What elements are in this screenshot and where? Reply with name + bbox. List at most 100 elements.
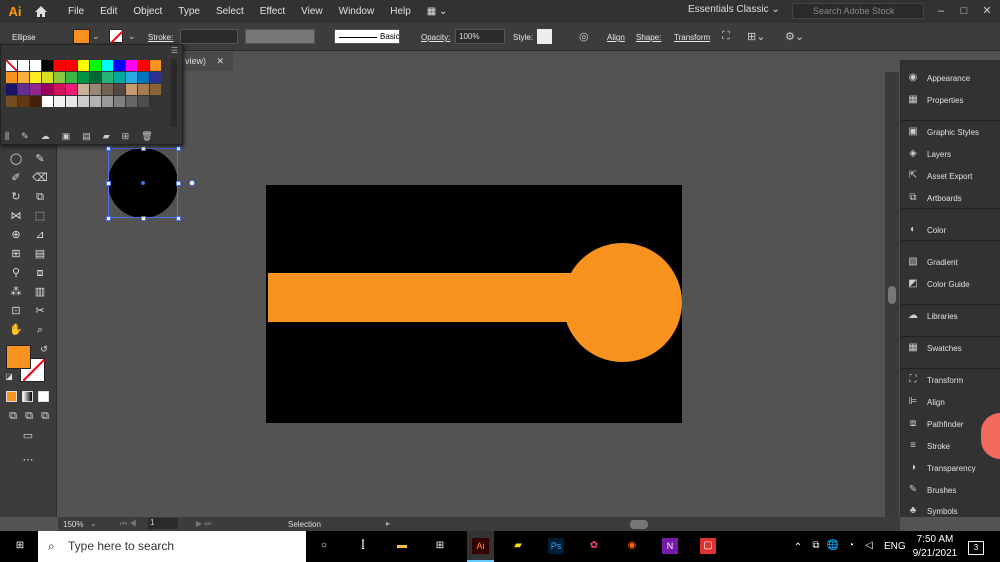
home-icon[interactable] [30,0,52,23]
menu-object[interactable]: Object [125,6,170,17]
swatch-chip[interactable] [90,96,101,107]
close-icon[interactable]: ✕ [978,2,996,20]
artboard-tool-icon[interactable]: ⊡ [7,303,25,319]
taskbar-illustrator[interactable]: Ai [467,531,494,562]
resize-handle[interactable] [141,146,146,151]
swatch-chip[interactable] [6,84,17,95]
default-fill-stroke-icon[interactable]: ◪ [0,369,18,385]
menu-effect[interactable]: Effect [252,6,293,17]
opacity-label[interactable]: Opacity: [421,33,450,42]
sticky-notes-icon[interactable]: ▰ [510,538,526,554]
menu-view[interactable]: View [293,6,331,17]
resize-handle[interactable] [106,216,111,221]
swatch-chip[interactable] [114,96,125,107]
swatch-chip[interactable] [18,84,29,95]
maximize-icon[interactable]: □ [955,2,973,20]
stroke-label[interactable]: Stroke: [148,33,173,42]
shaper-tool-icon[interactable]: ✐ [7,170,25,186]
panel-options-icon[interactable]: ⚙⌄ [785,30,804,43]
swatch-chip[interactable] [66,72,77,83]
new-swatch-icon[interactable]: ⊞ [122,131,130,143]
transform-link[interactable]: Transform [674,33,710,42]
screen-mode-icon[interactable]: ▭ [19,428,37,444]
swatch-chip[interactable] [42,72,53,83]
cloud-icon[interactable]: ☁ [41,131,50,143]
swatch-chip[interactable] [6,96,17,107]
swatch-chip[interactable] [102,84,113,95]
swatch-chip[interactable] [126,72,137,83]
recolor-artwork-icon[interactable]: ◎ [579,30,589,43]
swatch-chip[interactable] [54,96,65,107]
workspace-switcher[interactable]: Essentials Classic ⌄ [688,4,780,15]
panel-artboards[interactable]: ⧉ Artboards [906,189,1000,207]
language-indicator[interactable]: ENG [884,541,906,552]
swatch-chip[interactable] [114,72,125,83]
horizontal-scroll-thumb[interactable] [630,520,648,529]
resize-handle[interactable] [176,146,181,151]
panel-transform[interactable]: ⛶ Transform [906,371,1000,389]
swatch-kind-icon[interactable]: ✎ [21,131,29,143]
list-view-icon[interactable]: ▤ [82,131,91,143]
swap-fill-stroke-icon[interactable]: ↺ [35,341,53,357]
file-explorer-icon[interactable]: ▬ [394,538,410,554]
chevron-up-icon[interactable]: ⌃ [790,540,806,556]
resize-handle[interactable] [176,181,181,186]
swatch-chip[interactable] [30,96,41,107]
swatch-chip[interactable] [150,84,161,95]
isolate-object-icon[interactable]: ⛶ [722,30,730,43]
orange-rectangle[interactable] [268,273,600,322]
swatch-chip[interactable] [138,72,149,83]
menu-edit[interactable]: Edit [92,6,125,17]
swatch-chip[interactable] [66,96,77,107]
swatch-chip[interactable] [138,60,149,71]
panel-gradient[interactable]: ▧ Gradient [906,253,1000,271]
vertical-scrollbar[interactable] [885,72,899,517]
menu-window[interactable]: Window [331,6,383,17]
eraser-tool-icon[interactable]: ⌫ [31,170,49,186]
swatch-chip[interactable] [66,84,77,95]
shape-builder-tool-icon[interactable]: ⊕ [7,227,25,243]
panel-transparency[interactable]: ◑ Transparency [906,459,1000,477]
hand-tool-icon[interactable]: ✋ [7,322,25,338]
swatch-chip[interactable] [78,72,89,83]
swatch-chip[interactable] [90,60,101,71]
artboard-nav-icon[interactable]: ⏮ ◀ [120,519,137,529]
stock-search-input[interactable]: Search Adobe Stock [792,3,924,19]
swatch-chip[interactable] [114,60,125,71]
swatch-chip[interactable] [102,72,113,83]
swatch-chip[interactable] [150,60,161,71]
swatch-chip[interactable] [54,72,65,83]
column-graph-tool-icon[interactable]: ▥ [31,284,49,300]
panel-asset-export[interactable]: ⇱ Asset Export [906,167,1000,185]
fill-swatch[interactable] [73,29,90,44]
swatch-chip[interactable] [126,60,137,71]
task-view-icon[interactable]: ○ [316,538,332,554]
trash-icon[interactable]: 🗑 [141,131,152,143]
swatch-chip[interactable] [6,60,17,71]
windows-start-icon[interactable]: ⊞ [12,538,28,554]
swatch-chip[interactable] [30,84,41,95]
clock-time[interactable]: 7:50 AM [913,534,957,545]
brush-definition[interactable]: Basic [334,29,400,44]
swatch-chip[interactable] [138,96,149,107]
arrange-documents-icon[interactable]: ▦ ⌄ [419,6,456,17]
taskbar-search[interactable]: Type here to search [38,531,306,562]
eyedropper-tool-icon[interactable]: ⚲ [7,265,25,281]
variable-width-profile[interactable] [245,29,315,44]
swatch-options-icon[interactable]: ▣ [62,131,71,143]
wifi-icon[interactable]: ◔ [843,538,859,554]
align-link[interactable]: Align [607,33,625,42]
swatch-chip[interactable] [18,60,29,71]
draw-inside-icon[interactable]: ⧉ [36,408,54,424]
swatch-chip[interactable] [54,60,65,71]
swatch-chip[interactable] [90,72,101,83]
shape-link[interactable]: Shape: [636,33,661,42]
new-color-group-icon[interactable]: ▰ [103,131,110,143]
resize-handle[interactable] [176,216,181,221]
opacity-field[interactable]: 100% [455,29,505,44]
zoom-tool-icon[interactable]: ⌕ [31,322,49,338]
snap-icon[interactable]: ⫿ [355,538,371,554]
panel-appearance[interactable]: ◉ Appearance [906,69,1000,87]
network-icon[interactable]: 🌐 [825,538,841,554]
tray-app-icon[interactable]: ⧉ [808,538,824,554]
